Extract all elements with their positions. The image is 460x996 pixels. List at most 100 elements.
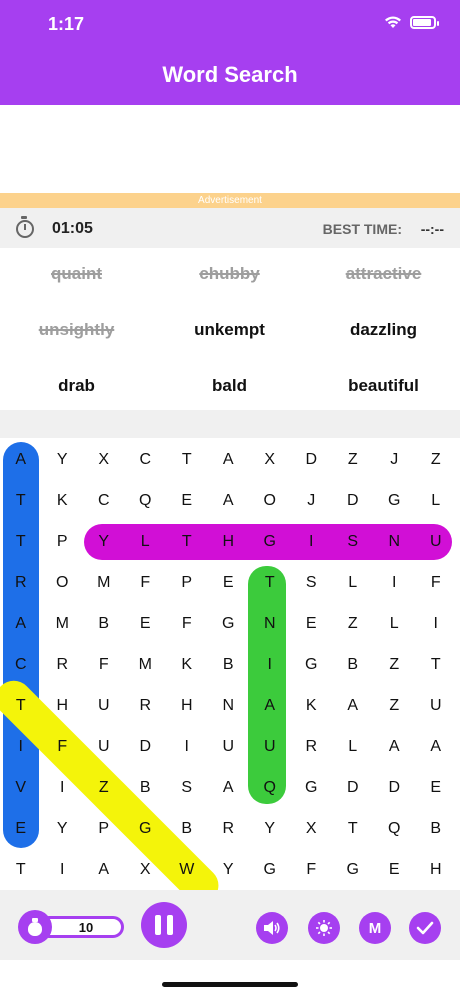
grid-cell[interactable]: B [332, 644, 374, 685]
grid-cell[interactable]: E [374, 849, 416, 890]
grid-cell[interactable]: T [332, 808, 374, 849]
grid-cell[interactable]: E [0, 808, 42, 849]
grid-cell[interactable]: T [166, 439, 208, 480]
grid-cell[interactable]: T [415, 644, 457, 685]
grid-cell[interactable]: L [125, 521, 167, 562]
pause-button[interactable] [141, 902, 187, 948]
grid-cell[interactable]: S [332, 521, 374, 562]
hint-button[interactable] [308, 912, 340, 944]
grid-cell[interactable]: A [208, 480, 250, 521]
grid-cell[interactable]: T [166, 521, 208, 562]
grid-cell[interactable]: D [374, 767, 416, 808]
grid-cell[interactable]: X [249, 439, 291, 480]
grid-cell[interactable]: R [291, 726, 333, 767]
grid-cell[interactable]: Z [332, 439, 374, 480]
grid-cell[interactable]: L [415, 480, 457, 521]
grid-cell[interactable]: G [291, 644, 333, 685]
grid-cell[interactable]: Z [415, 439, 457, 480]
grid-cell[interactable]: D [332, 767, 374, 808]
grid-cell[interactable]: C [83, 480, 125, 521]
grid-cell[interactable]: R [0, 562, 42, 603]
grid-cell[interactable]: T [0, 521, 42, 562]
grid-cell[interactable]: Z [332, 603, 374, 644]
grid-cell[interactable]: A [208, 767, 250, 808]
grid-cell[interactable]: R [125, 685, 167, 726]
grid-cell[interactable]: F [42, 726, 84, 767]
grid-cell[interactable]: J [374, 439, 416, 480]
grid-cell[interactable]: A [249, 685, 291, 726]
grid-cell[interactable]: I [415, 603, 457, 644]
grid-cell[interactable]: C [0, 644, 42, 685]
grid-cell[interactable]: Z [83, 767, 125, 808]
grid-cell[interactable]: Y [42, 808, 84, 849]
grid-cell[interactable]: L [374, 603, 416, 644]
grid-cell[interactable]: S [291, 562, 333, 603]
grid-cell[interactable]: U [83, 726, 125, 767]
grid-cell[interactable]: U [415, 685, 457, 726]
grid-cell[interactable]: T [249, 562, 291, 603]
grid-cell[interactable]: I [166, 726, 208, 767]
grid-cell[interactable]: Y [208, 849, 250, 890]
grid-cell[interactable]: R [208, 808, 250, 849]
letter-grid[interactable]: AYXCTAXDZJZTKCQEAOJDGLTPYLTHGISNUROMFPET… [0, 438, 460, 911]
grid-cell[interactable]: A [332, 685, 374, 726]
grid-cell[interactable]: A [208, 439, 250, 480]
coin-bag-button[interactable] [18, 910, 52, 944]
grid-cell[interactable]: G [332, 849, 374, 890]
grid-cell[interactable]: G [374, 480, 416, 521]
check-button[interactable] [409, 912, 441, 944]
grid-cell[interactable]: I [0, 726, 42, 767]
grid-cell[interactable]: E [415, 767, 457, 808]
grid-cell[interactable]: M [42, 603, 84, 644]
grid-cell[interactable]: C [125, 439, 167, 480]
grid-cell[interactable]: L [332, 562, 374, 603]
grid-cell[interactable]: U [249, 726, 291, 767]
grid-cell[interactable]: D [332, 480, 374, 521]
grid-cell[interactable]: M [125, 644, 167, 685]
grid-cell[interactable]: F [83, 644, 125, 685]
grid-cell[interactable]: J [291, 480, 333, 521]
grid-cell[interactable]: M [83, 562, 125, 603]
grid-cell[interactable]: G [291, 767, 333, 808]
grid-cell[interactable]: W [166, 849, 208, 890]
grid-cell[interactable]: P [83, 808, 125, 849]
grid-cell[interactable]: B [208, 644, 250, 685]
grid-cell[interactable]: H [415, 849, 457, 890]
grid-cell[interactable]: F [291, 849, 333, 890]
grid-cell[interactable]: B [83, 603, 125, 644]
grid-cell[interactable]: E [208, 562, 250, 603]
grid-cell[interactable]: N [374, 521, 416, 562]
grid-cell[interactable]: G [249, 849, 291, 890]
grid-cell[interactable]: I [374, 562, 416, 603]
grid-cell[interactable]: A [0, 603, 42, 644]
grid-cell[interactable]: I [249, 644, 291, 685]
grid-cell[interactable]: B [125, 767, 167, 808]
grid-cell[interactable]: O [42, 562, 84, 603]
grid-cell[interactable]: E [166, 480, 208, 521]
grid-cell[interactable]: A [374, 726, 416, 767]
grid-cell[interactable]: A [83, 849, 125, 890]
grid-cell[interactable]: L [332, 726, 374, 767]
grid-cell[interactable]: K [166, 644, 208, 685]
grid-cell[interactable]: H [166, 685, 208, 726]
grid-cell[interactable]: G [208, 603, 250, 644]
grid-cell[interactable]: U [83, 685, 125, 726]
grid-cell[interactable]: X [125, 849, 167, 890]
magnet-button[interactable]: M [359, 912, 391, 944]
grid-cell[interactable]: N [249, 603, 291, 644]
grid-cell[interactable]: F [125, 562, 167, 603]
grid-cell[interactable]: I [42, 767, 84, 808]
grid-cell[interactable]: I [42, 849, 84, 890]
grid-cell[interactable]: Y [249, 808, 291, 849]
grid-cell[interactable]: F [166, 603, 208, 644]
grid-cell[interactable]: K [42, 480, 84, 521]
grid-cell[interactable]: Z [374, 644, 416, 685]
grid-cell[interactable]: U [415, 521, 457, 562]
grid-cell[interactable]: E [291, 603, 333, 644]
ad-banner-space[interactable] [0, 105, 460, 193]
grid-cell[interactable]: A [0, 439, 42, 480]
grid-cell[interactable]: P [166, 562, 208, 603]
grid-cell[interactable]: H [42, 685, 84, 726]
grid-cell[interactable]: V [0, 767, 42, 808]
grid-cell[interactable]: U [208, 726, 250, 767]
